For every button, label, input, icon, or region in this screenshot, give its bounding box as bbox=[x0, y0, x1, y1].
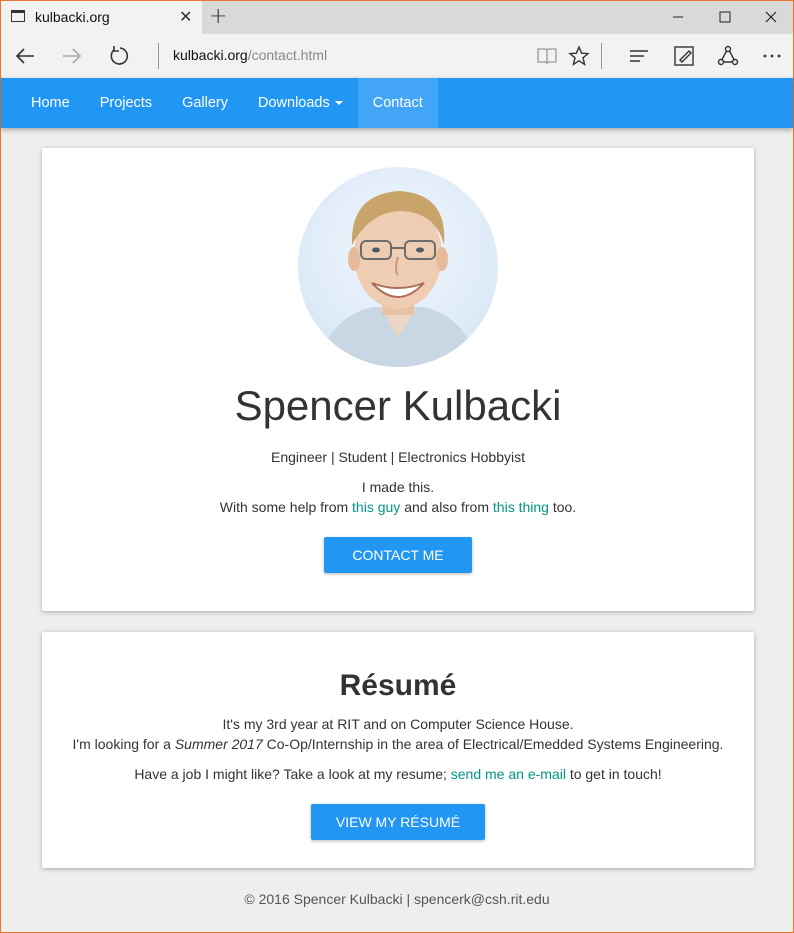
toolbar-separator bbox=[601, 43, 602, 69]
credits-prefix: With some help from bbox=[219, 499, 349, 515]
new-tab-icon[interactable]: + bbox=[209, 4, 227, 29]
contact-me-button[interactable]: Contact Me bbox=[324, 537, 472, 573]
maximize-icon[interactable] bbox=[702, 1, 748, 33]
url-field[interactable]: kulbacki.org/contact.html bbox=[173, 47, 327, 63]
browser-tab-bar: kulbacki.org ✕ + bbox=[1, 1, 793, 34]
url-domain: kulbacki.org bbox=[173, 47, 248, 63]
web-note-icon[interactable] bbox=[672, 44, 696, 68]
minimize-icon[interactable] bbox=[655, 1, 701, 33]
close-window-icon[interactable] bbox=[748, 1, 794, 33]
contact-suffix: to get in touch! bbox=[569, 766, 662, 782]
view-resume-button[interactable]: View My Résumé bbox=[311, 804, 485, 840]
nav-contact[interactable]: Contact bbox=[357, 78, 438, 128]
page-icon bbox=[11, 10, 25, 22]
address-bar: kulbacki.org/contact.html bbox=[1, 34, 793, 78]
resume-line-looking: I'm looking for a Summer 2017 Co-Op/Inte… bbox=[42, 736, 754, 752]
more-options-icon[interactable] bbox=[760, 44, 784, 68]
contact-prefix: Have a job I might like? Take a look at … bbox=[134, 766, 447, 782]
made-this-text: I made this. bbox=[361, 479, 435, 495]
profile-tagline: Engineer | Student | Electronics Hobbyis… bbox=[271, 449, 525, 465]
looking-suffix: Co-Op/Internship in the area of Electric… bbox=[266, 736, 724, 752]
reading-view-icon[interactable] bbox=[535, 44, 559, 68]
credits-line: With some help from this guy and also fr… bbox=[42, 499, 754, 515]
this-thing-link[interactable]: this thing bbox=[493, 499, 549, 515]
forward-arrow-icon[interactable] bbox=[60, 44, 84, 68]
resume-line-contact: Have a job I might like? Take a look at … bbox=[42, 766, 754, 782]
resume-line-year: It's my 3rd year at RIT and on Computer … bbox=[222, 716, 574, 732]
url-path: /contact.html bbox=[247, 47, 328, 63]
address-separator bbox=[158, 43, 159, 69]
resume-card: Résumé It's my 3rd year at RIT and on Co… bbox=[42, 632, 754, 868]
tab-title: kulbacki.org bbox=[35, 9, 110, 25]
profile-card: Spencer Kulbacki Engineer | Student | El… bbox=[42, 148, 754, 611]
looking-prefix: I'm looking for a bbox=[72, 736, 171, 752]
credits-suffix: too. bbox=[552, 499, 577, 515]
nav-downloads[interactable]: Downloads bbox=[243, 78, 358, 128]
nav-home[interactable]: Home bbox=[16, 78, 85, 128]
refresh-icon[interactable] bbox=[108, 44, 132, 68]
nav-gallery[interactable]: Gallery bbox=[167, 78, 243, 128]
site-navbar: Home Projects Gallery Downloads Contact bbox=[1, 78, 793, 128]
caret-down-icon bbox=[334, 101, 343, 105]
share-icon[interactable] bbox=[716, 44, 740, 68]
email-link[interactable]: send me an e-mail bbox=[451, 766, 566, 782]
resume-title: Résumé bbox=[339, 669, 457, 702]
nav-projects[interactable]: Projects bbox=[85, 78, 167, 128]
credits-mid: and also from bbox=[404, 499, 490, 515]
nav-downloads-label: Downloads bbox=[258, 95, 330, 111]
hub-icon[interactable] bbox=[627, 44, 651, 68]
back-arrow-icon[interactable] bbox=[13, 44, 37, 68]
tab-close-icon[interactable]: ✕ bbox=[179, 7, 192, 26]
looking-term: Summer 2017 bbox=[174, 736, 263, 752]
browser-tab[interactable]: kulbacki.org ✕ bbox=[1, 1, 202, 34]
this-guy-link[interactable]: this guy bbox=[352, 499, 400, 515]
favorite-star-icon[interactable] bbox=[567, 44, 591, 68]
profile-name: Spencer Kulbacki bbox=[234, 382, 562, 429]
avatar bbox=[298, 167, 498, 367]
footer-text: © 2016 Spencer Kulbacki | spencerk@csh.r… bbox=[244, 891, 550, 907]
